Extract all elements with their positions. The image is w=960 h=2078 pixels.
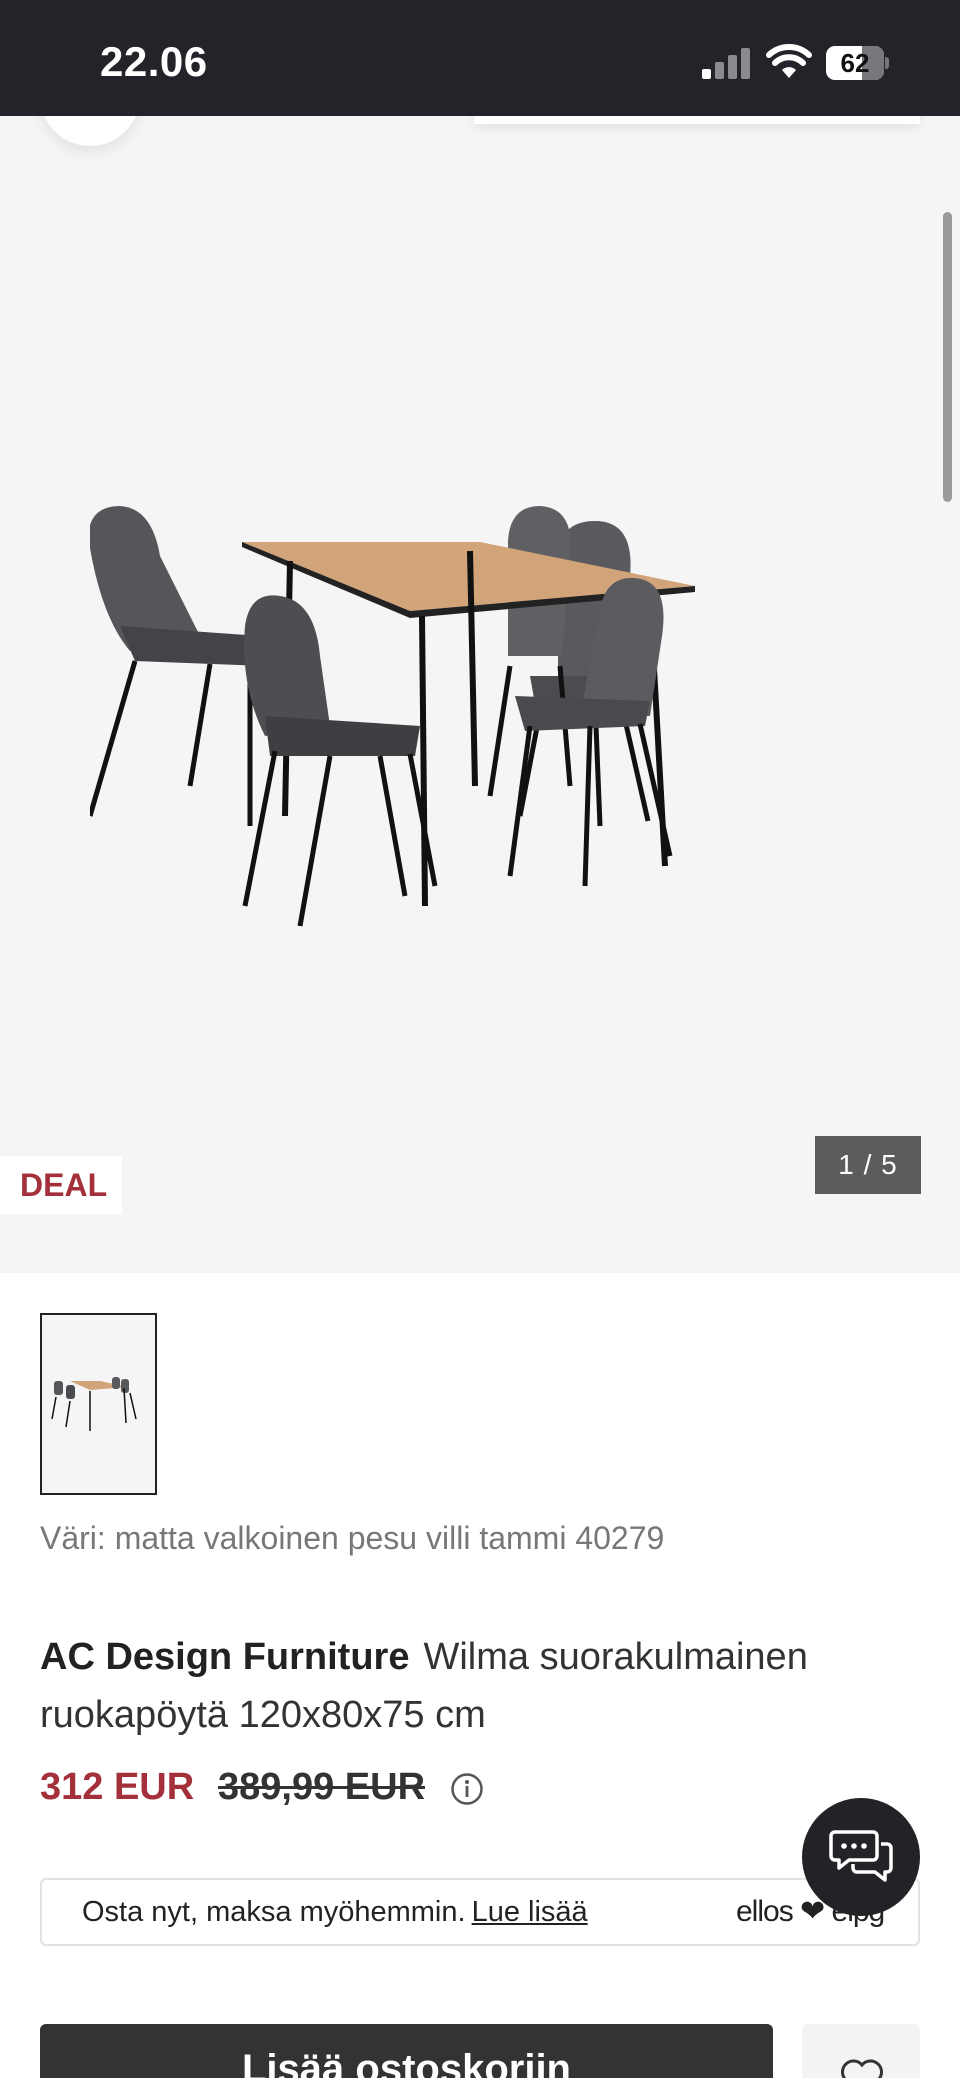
read-more-link[interactable]: Lue lisää (472, 1896, 588, 1928)
color-label: Väri: matta valkoinen pesu villi tammi 4… (40, 1520, 665, 1556)
chair-left (90, 506, 265, 826)
info-icon[interactable] (450, 1772, 484, 1806)
chat-icon (829, 1830, 893, 1882)
search-bar[interactable] (474, 116, 920, 124)
dining-table-set-image (90, 506, 695, 927)
deal-badge: DEAL (0, 1156, 122, 1214)
bnpl-text: Osta nyt, maksa myöhemmin. Lue lisää (82, 1896, 588, 1928)
battery-level: 62 (840, 48, 870, 78)
chair-front-left (242, 595, 438, 927)
add-to-cart-button[interactable]: Lisää ostoskoriin (40, 2024, 773, 2078)
battery-icon: 62 (826, 46, 890, 80)
heart-icon (841, 2059, 883, 2078)
product-title: AC Design Furniture Wilma suorakulmainen … (40, 1628, 920, 1744)
status-bar: 22.06 62 (0, 0, 960, 116)
wifi-icon (766, 44, 812, 78)
back-button[interactable] (40, 116, 140, 146)
thumbnail-1[interactable] (40, 1313, 157, 1495)
status-time: 22.06 (100, 38, 208, 85)
bnpl-banner: Osta nyt, maksa myöhemmin. Lue lisää ello… (40, 1878, 920, 1946)
original-price: 389,99 EUR (218, 1766, 426, 1808)
product-gallery[interactable]: DEAL 1 / 5 (0, 116, 960, 1273)
chat-button[interactable] (802, 1798, 920, 1916)
scrollbar[interactable] (943, 212, 952, 502)
brand-name[interactable]: AC Design Furniture (40, 1636, 409, 1678)
thumbnail-image (51, 1377, 137, 1431)
signal-icon (702, 47, 752, 79)
image-counter: 1 / 5 (815, 1136, 921, 1194)
current-price: 312 EUR (40, 1766, 195, 1808)
wishlist-button[interactable] (802, 2024, 920, 2078)
